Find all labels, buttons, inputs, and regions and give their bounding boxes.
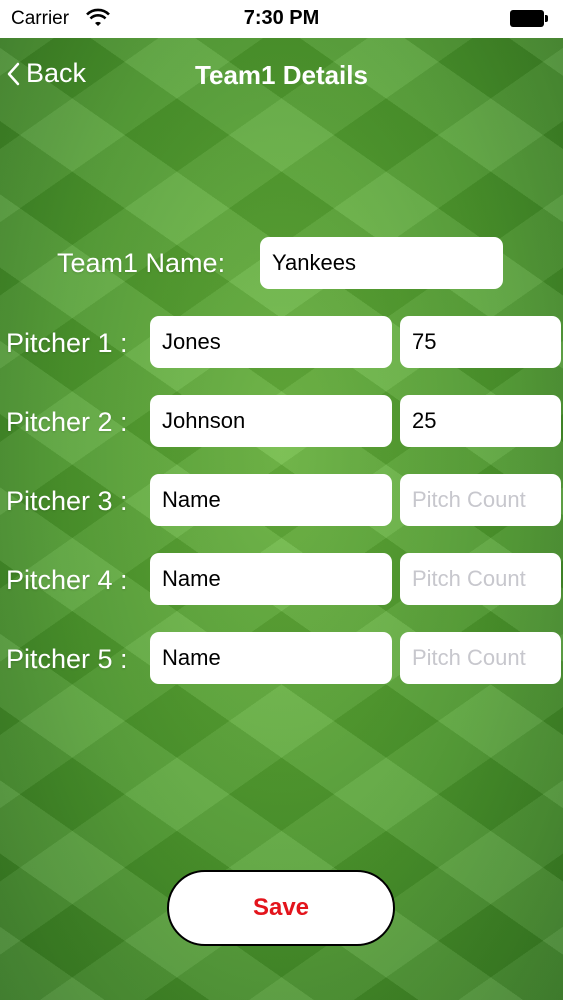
team-name-label: Team1 Name:	[57, 248, 226, 278]
pitcher-3-name-field[interactable]: Name	[150, 474, 392, 526]
pitcher-1-label: Pitcher 1 :	[6, 328, 128, 358]
pitcher-2-count-field[interactable]: 25	[400, 395, 561, 447]
pitcher-4-label: Pitcher 4 :	[6, 565, 128, 595]
pitcher-2-name-field[interactable]: Johnson	[150, 395, 392, 447]
pitcher-4-name-field[interactable]: Name	[150, 553, 392, 605]
pitcher-5-name-field[interactable]: Name	[150, 632, 392, 684]
pitcher-1-name-field[interactable]: Jones	[150, 316, 392, 368]
pitcher-4-count-field[interactable]: Pitch Count	[400, 553, 561, 605]
app-screen: Carrier 7:30 PM Back Team1 Details Team1…	[0, 0, 563, 1000]
status-time: 7:30 PM	[243, 7, 320, 29]
status-bar: Carrier 7:30 PM	[0, 0, 563, 38]
save-button[interactable]: Save	[167, 870, 395, 946]
pitcher-3-count-field[interactable]: Pitch Count	[400, 474, 561, 526]
pitcher-1-count-field[interactable]: 75	[400, 316, 561, 368]
pitcher-5-count-field[interactable]: Pitch Count	[400, 632, 561, 684]
pitcher-3-label: Pitcher 3 :	[6, 486, 128, 516]
team-name-field[interactable]: Yankees	[260, 237, 503, 289]
battery-icon	[510, 10, 548, 27]
page-title: Team1 Details	[195, 60, 368, 90]
pitcher-5-label: Pitcher 5 :	[6, 644, 128, 674]
pitcher-2-label: Pitcher 2 :	[6, 407, 128, 437]
